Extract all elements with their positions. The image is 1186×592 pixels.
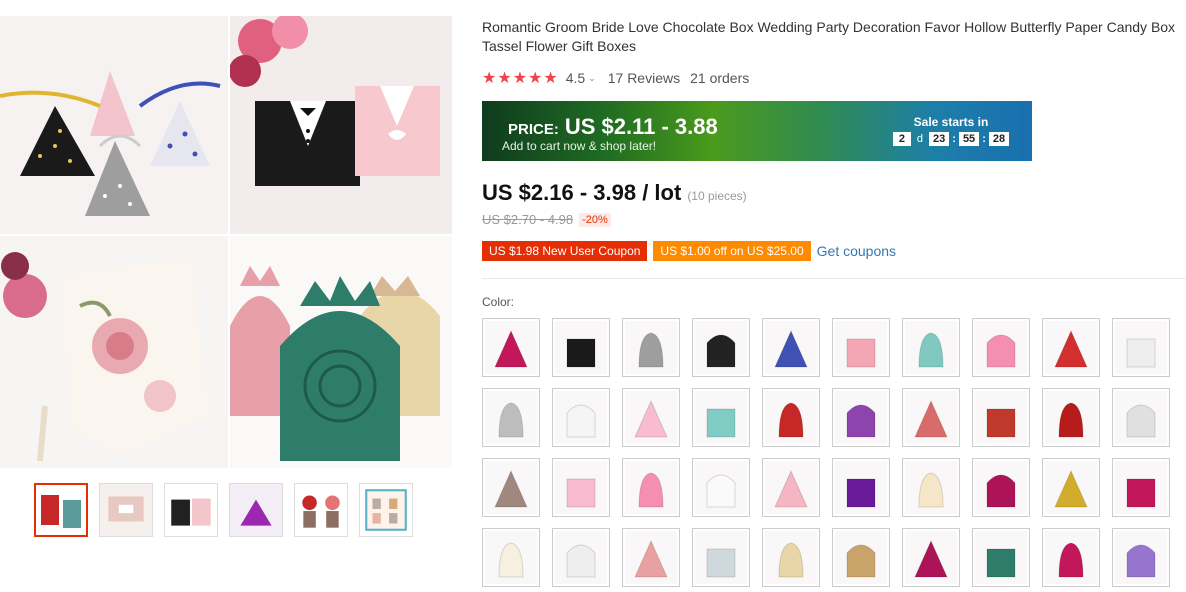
- discount-badge: -20%: [579, 212, 611, 227]
- gallery-thumbnail[interactable]: [229, 483, 283, 537]
- countdown-timer: 2 d 23 : 55 : 28: [890, 132, 1012, 146]
- product-image-groom-bride-boxes: [230, 16, 452, 234]
- color-swatch[interactable]: [762, 528, 820, 587]
- product-image-pyramid-boxes: [0, 16, 228, 234]
- color-swatch[interactable]: [972, 388, 1030, 447]
- color-swatch[interactable]: [552, 528, 610, 587]
- sale-price-value: US $2.11 - 3.88: [564, 114, 718, 139]
- color-swatch[interactable]: [1042, 318, 1100, 377]
- sale-banner: PRICE: US $2.11 - 3.88 Add to cart now &…: [482, 101, 1032, 161]
- coupon-row: US $1.98 New User Coupon US $1.00 off on…: [482, 241, 896, 261]
- color-swatch[interactable]: [552, 318, 610, 377]
- sale-subtext: Add to cart now & shop later!: [502, 139, 657, 153]
- current-price: US $2.16 - 3.98 / lot: [482, 180, 682, 205]
- color-swatch[interactable]: [622, 318, 680, 377]
- rating-value[interactable]: 4.5: [566, 70, 585, 86]
- color-swatch[interactable]: [692, 528, 750, 587]
- color-swatch[interactable]: [832, 528, 890, 587]
- countdown-minutes: 55: [958, 132, 980, 146]
- sale-price-line: PRICE: US $2.11 - 3.88: [508, 114, 718, 140]
- color-swatch[interactable]: [972, 528, 1030, 587]
- product-title: Romantic Groom Bride Love Chocolate Box …: [482, 19, 1176, 54]
- color-swatch[interactable]: [692, 458, 750, 517]
- color-swatch[interactable]: [902, 528, 960, 587]
- chevron-down-icon[interactable]: ⌄: [588, 73, 596, 84]
- color-swatch[interactable]: [762, 458, 820, 517]
- color-swatch[interactable]: [482, 318, 540, 377]
- original-price: US $2.70 - 4.98: [482, 212, 574, 227]
- color-swatch[interactable]: [622, 528, 680, 587]
- countdown-seconds: 28: [988, 132, 1010, 146]
- product-image-gallery[interactable]: [0, 16, 452, 468]
- color-swatch[interactable]: [692, 318, 750, 377]
- color-swatch[interactable]: [972, 458, 1030, 517]
- color-swatch[interactable]: [1112, 458, 1170, 517]
- color-swatch[interactable]: [622, 458, 680, 517]
- product-image-crown-boxes: [230, 236, 452, 468]
- product-image-floral-box: [0, 236, 228, 468]
- orders-count: 21 orders: [690, 70, 750, 86]
- color-swatch[interactable]: [1112, 318, 1170, 377]
- color-swatch[interactable]: [1042, 388, 1100, 447]
- countdown-days-unit: d: [916, 133, 924, 145]
- color-swatch[interactable]: [832, 458, 890, 517]
- color-swatch[interactable]: [902, 388, 960, 447]
- color-swatch[interactable]: [1112, 388, 1170, 447]
- color-swatch[interactable]: [552, 458, 610, 517]
- color-swatch[interactable]: [762, 318, 820, 377]
- get-coupons-link[interactable]: Get coupons: [817, 243, 896, 259]
- color-swatch[interactable]: [482, 528, 540, 587]
- countdown-separator: :: [952, 133, 956, 145]
- color-swatch[interactable]: [1042, 528, 1100, 587]
- color-swatch[interactable]: [552, 388, 610, 447]
- color-swatch[interactable]: [832, 388, 890, 447]
- color-swatch[interactable]: [692, 388, 750, 447]
- color-swatch[interactable]: [902, 458, 960, 517]
- original-price-row: US $2.70 - 4.98 -20%: [482, 212, 611, 227]
- store-coupon[interactable]: US $1.00 off on US $25.00: [653, 241, 811, 261]
- gallery-thumbnail[interactable]: [99, 483, 153, 537]
- new-user-coupon[interactable]: US $1.98 New User Coupon: [482, 241, 648, 261]
- gallery-thumbnail-strip: [34, 483, 413, 537]
- color-swatch[interactable]: [1042, 458, 1100, 517]
- color-swatch-grid: [482, 318, 1170, 587]
- color-swatch[interactable]: [832, 318, 890, 377]
- gallery-thumbnail[interactable]: [294, 483, 348, 537]
- countdown-days: 2: [892, 132, 911, 146]
- color-swatch[interactable]: [482, 388, 540, 447]
- countdown-separator: :: [982, 133, 986, 145]
- price-row: US $2.16 - 3.98 / lot (10 pieces): [482, 180, 747, 206]
- gallery-thumbnail[interactable]: [34, 483, 88, 537]
- sale-countdown-block: Sale starts in 2 d 23 : 55 : 28: [890, 115, 1012, 146]
- rating-stars-icon: ★★★★★: [482, 70, 559, 87]
- color-label: Color:: [482, 295, 515, 309]
- color-swatch[interactable]: [902, 318, 960, 377]
- divider: [482, 278, 1186, 279]
- reviews-link[interactable]: 17 Reviews: [608, 70, 680, 86]
- color-swatch[interactable]: [622, 388, 680, 447]
- sale-starts-label: Sale starts in: [913, 115, 989, 129]
- lot-pieces: (10 pieces): [687, 189, 747, 203]
- color-swatch[interactable]: [762, 388, 820, 447]
- gallery-thumbnail[interactable]: [164, 483, 218, 537]
- gallery-thumbnail[interactable]: [359, 483, 413, 537]
- color-swatch[interactable]: [482, 458, 540, 517]
- countdown-hours: 23: [929, 132, 950, 146]
- color-swatch[interactable]: [1112, 528, 1170, 587]
- sale-price-label: PRICE:: [508, 121, 559, 138]
- rating-row: ★★★★★ 4.5 ⌄ 17 Reviews 21 orders: [482, 68, 749, 88]
- color-swatch[interactable]: [972, 318, 1030, 377]
